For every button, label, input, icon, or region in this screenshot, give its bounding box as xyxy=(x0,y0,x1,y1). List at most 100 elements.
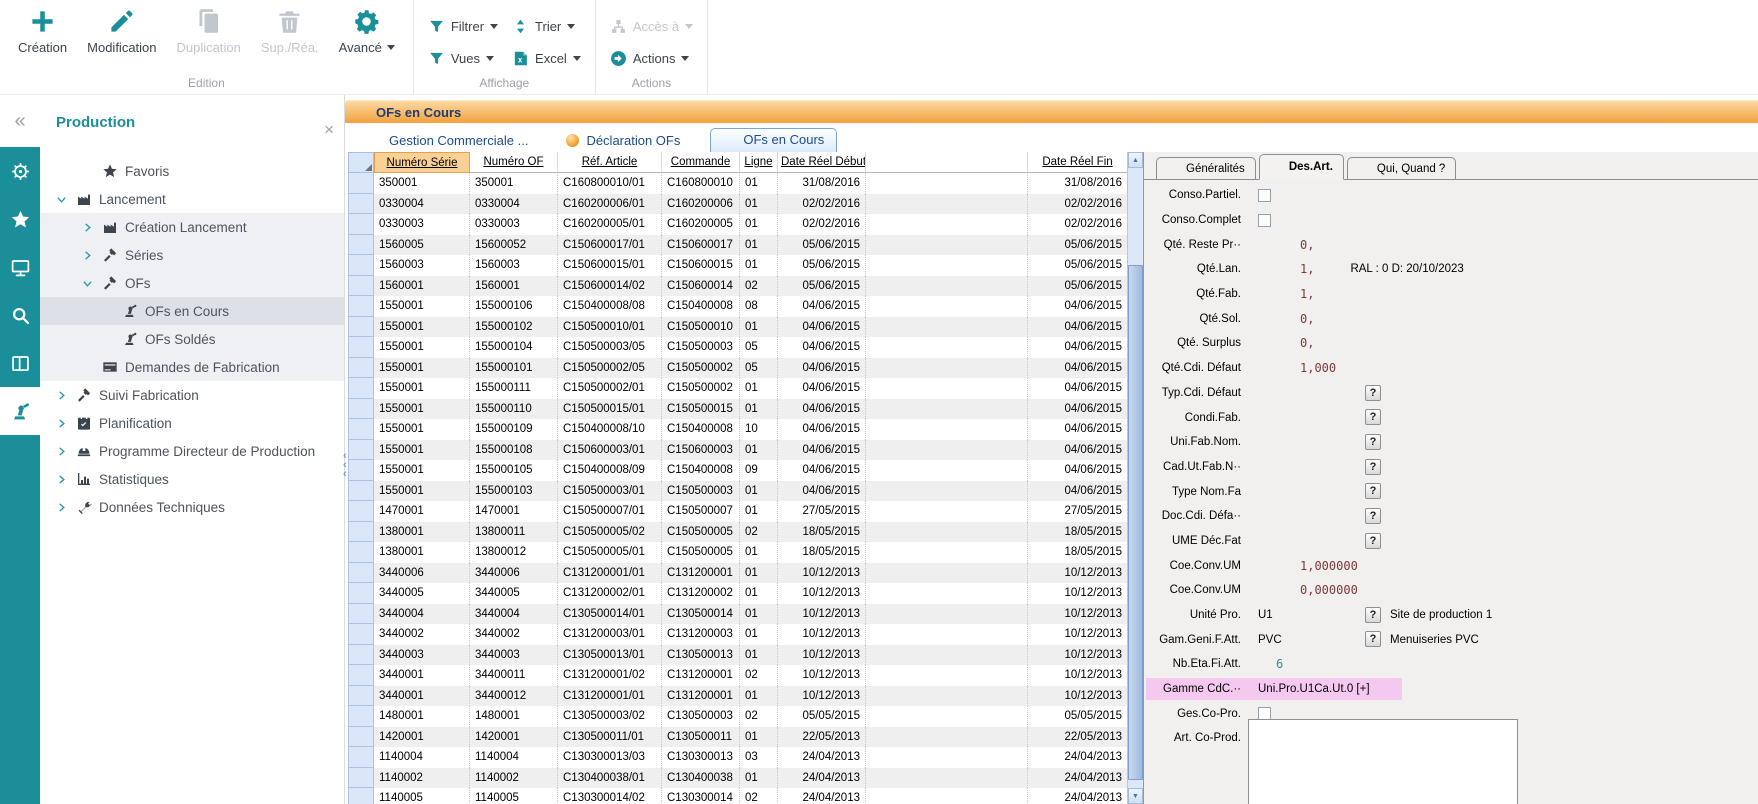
scrollbar-track[interactable] xyxy=(1128,168,1143,788)
sidebar-item-donnees-techniques[interactable]: Données Techniques xyxy=(40,493,344,521)
field-value[interactable]: 0, xyxy=(1300,312,1314,326)
table-row[interactable]: 34400063440006C131200001/01C131200001011… xyxy=(348,563,1127,584)
nav-monitor-icon[interactable] xyxy=(0,243,40,291)
nav-columns-icon[interactable] xyxy=(0,339,40,387)
row-selector[interactable] xyxy=(348,706,374,727)
dropdown-caret-icon[interactable] xyxy=(567,24,575,29)
collapse-sidebar-button[interactable]: « xyxy=(0,95,40,147)
nav-star-icon[interactable] xyxy=(0,195,40,243)
table-row[interactable]: 14700011470001C150500007/01C150500007012… xyxy=(348,501,1127,522)
field-value[interactable]: 0, xyxy=(1300,336,1314,350)
tab-generalites[interactable]: Généralités xyxy=(1156,157,1256,179)
dropdown-caret-icon[interactable] xyxy=(685,24,693,29)
tab-declaration-ofs[interactable]: Déclaration OFs xyxy=(558,130,688,152)
chevron-right-icon[interactable] xyxy=(56,445,76,457)
table-row[interactable]: 1550001155000109C150400008/10C1504000081… xyxy=(348,419,1127,440)
row-selector[interactable] xyxy=(348,768,374,789)
chevron-down-icon[interactable] xyxy=(82,277,102,289)
table-row[interactable]: 344000134400012C131200001/01C13120000101… xyxy=(348,686,1127,707)
actions-button[interactable]: Actions xyxy=(610,46,693,70)
row-selector[interactable] xyxy=(348,317,374,338)
row-selector[interactable] xyxy=(348,358,374,379)
sidebar-item-programme-directeur-de-production[interactable]: Programme Directeur de Production xyxy=(40,437,344,465)
chevron-right-icon[interactable] xyxy=(82,221,102,233)
row-selector[interactable] xyxy=(348,624,374,645)
sidebar-item-lancement[interactable]: Lancement xyxy=(40,185,344,213)
field-value[interactable]: 1,000 xyxy=(1300,361,1336,375)
creation-button[interactable]: Création xyxy=(8,6,77,57)
vertical-scrollbar[interactable]: ▲ ▼ xyxy=(1127,152,1143,804)
row-selector[interactable] xyxy=(348,194,374,215)
row-selector[interactable] xyxy=(348,296,374,317)
table-row[interactable]: 1550001155000103C150500003/01C1505000030… xyxy=(348,481,1127,502)
sidebar-item-statistiques[interactable]: Statistiques xyxy=(40,465,344,493)
row-selector[interactable] xyxy=(348,337,374,358)
uni-fab-nom-help-button[interactable]: ? xyxy=(1365,434,1381,450)
table-row[interactable]: 138000113800011C150500005/02C15050000502… xyxy=(348,522,1127,543)
row-selector[interactable] xyxy=(348,645,374,666)
table-row[interactable]: 15600011560001C150600014/02C150600014020… xyxy=(348,276,1127,297)
column-header-ref-article[interactable]: Réf. Article xyxy=(558,152,662,173)
table-row[interactable]: 1550001155000106C150400008/08C1504000080… xyxy=(348,296,1127,317)
table-row[interactable]: 15600031560003C150600015/01C150600015010… xyxy=(348,255,1127,276)
nav-search-icon[interactable] xyxy=(0,291,40,339)
table-row[interactable]: 1550001155000111C150500002/01C1505000020… xyxy=(348,378,1127,399)
table-row[interactable]: 156000515600052C150600017/01C15060001701… xyxy=(348,235,1127,256)
nav-robot-arm-icon[interactable] xyxy=(0,387,40,435)
sidebar-item-planification[interactable]: Planification xyxy=(40,409,344,437)
column-header-commande[interactable]: Commande xyxy=(662,152,740,173)
table-row[interactable]: 34400053440005C131200002/01C131200002011… xyxy=(348,583,1127,604)
column-header-date-reel-fin[interactable]: Date Réel Fin xyxy=(1028,152,1127,173)
table-row[interactable]: 34400023440002C131200003/01C131200003011… xyxy=(348,624,1127,645)
table-row[interactable]: 1550001155000105C150400008/09C1504000080… xyxy=(348,460,1127,481)
dropdown-caret-icon[interactable] xyxy=(573,56,581,61)
gam-geni-f-att-help-button[interactable]: ? xyxy=(1365,631,1381,647)
sidebar-item-creation-lancement[interactable]: Création Lancement xyxy=(40,213,344,241)
column-header-numero-of[interactable]: Numéro OF xyxy=(470,152,558,173)
chevron-right-icon[interactable] xyxy=(56,389,76,401)
table-row[interactable]: 1550001155000101C150500002/05C1505000020… xyxy=(348,358,1127,379)
table-row[interactable]: 34400043440004C130500014/01C130500014011… xyxy=(348,604,1127,625)
table-row[interactable]: 1550001155000102C150500010/01C1505000100… xyxy=(348,317,1127,338)
row-selector[interactable] xyxy=(348,563,374,584)
field-value[interactable]: Uni.Pro.U1Ca.Ut.0 [+] xyxy=(1258,683,1370,695)
sidebar-item-suivi-fabrication[interactable]: Suivi Fabrication xyxy=(40,381,344,409)
tab-gestion-commerciale[interactable]: Gestion Commerciale ... xyxy=(359,130,536,152)
row-selector[interactable] xyxy=(348,173,374,194)
table-row[interactable]: 14800011480001C130500003/02C130500003020… xyxy=(348,706,1127,727)
typ-cdi-defaut-help-button[interactable]: ? xyxy=(1365,385,1381,401)
sidebar-item-ofs-en-cours[interactable]: OFs en Cours xyxy=(40,297,344,325)
vues-button[interactable]: Vues xyxy=(428,46,498,70)
sidebar-item-favoris[interactable]: Favoris xyxy=(40,157,344,185)
table-row[interactable]: 344000134400011C131200001/02C13120000102… xyxy=(348,665,1127,686)
table-row[interactable]: 11400021140002C130400038/01C130400038012… xyxy=(348,768,1127,789)
select-all-corner[interactable] xyxy=(348,152,374,173)
trier-button[interactable]: Trier xyxy=(512,14,581,38)
field-value[interactable]: 0,000000 xyxy=(1300,583,1358,597)
scroll-up-icon[interactable]: ▲ xyxy=(1128,152,1143,168)
avance-button[interactable]: Avancé xyxy=(329,6,405,57)
sidebar-item-ofs-soldes[interactable]: OFs Soldés xyxy=(40,325,344,353)
ume-dec-fat-help-button[interactable]: ? xyxy=(1365,533,1381,549)
sidebar-item-demandes-de-fabrication[interactable]: Demandes de Fabrication xyxy=(40,353,344,381)
table-row[interactable]: 1550001155000104C150500003/05C1505000030… xyxy=(348,337,1127,358)
row-selector[interactable] xyxy=(348,665,374,686)
field-value[interactable]: 0, xyxy=(1300,238,1314,252)
row-selector[interactable] xyxy=(348,522,374,543)
filtrer-button[interactable]: Filtrer xyxy=(428,14,498,38)
row-selector[interactable] xyxy=(348,460,374,481)
chevron-right-icon[interactable] xyxy=(56,417,76,429)
scroll-down-icon[interactable]: ▼ xyxy=(1128,788,1143,804)
field-value[interactable]: 1, xyxy=(1300,287,1314,301)
field-value[interactable]: PVC xyxy=(1258,634,1282,646)
cad-ut-fab-n-help-button[interactable]: ? xyxy=(1365,459,1381,475)
type-nom-fa-help-button[interactable]: ? xyxy=(1365,483,1381,499)
dropdown-caret-icon[interactable] xyxy=(387,45,395,50)
table-row[interactable]: 11400051140005C130300014/02C130300014022… xyxy=(348,788,1127,804)
row-selector[interactable] xyxy=(348,788,374,804)
table-row[interactable]: 1550001155000110C150500015/01C1505000150… xyxy=(348,399,1127,420)
row-selector[interactable] xyxy=(348,604,374,625)
row-selector[interactable] xyxy=(348,419,374,440)
table-row[interactable]: 14200011420001C130500011/01C130500011012… xyxy=(348,727,1127,748)
table-row[interactable]: 350001350001C160800010/01C1608000100131/… xyxy=(348,173,1127,194)
